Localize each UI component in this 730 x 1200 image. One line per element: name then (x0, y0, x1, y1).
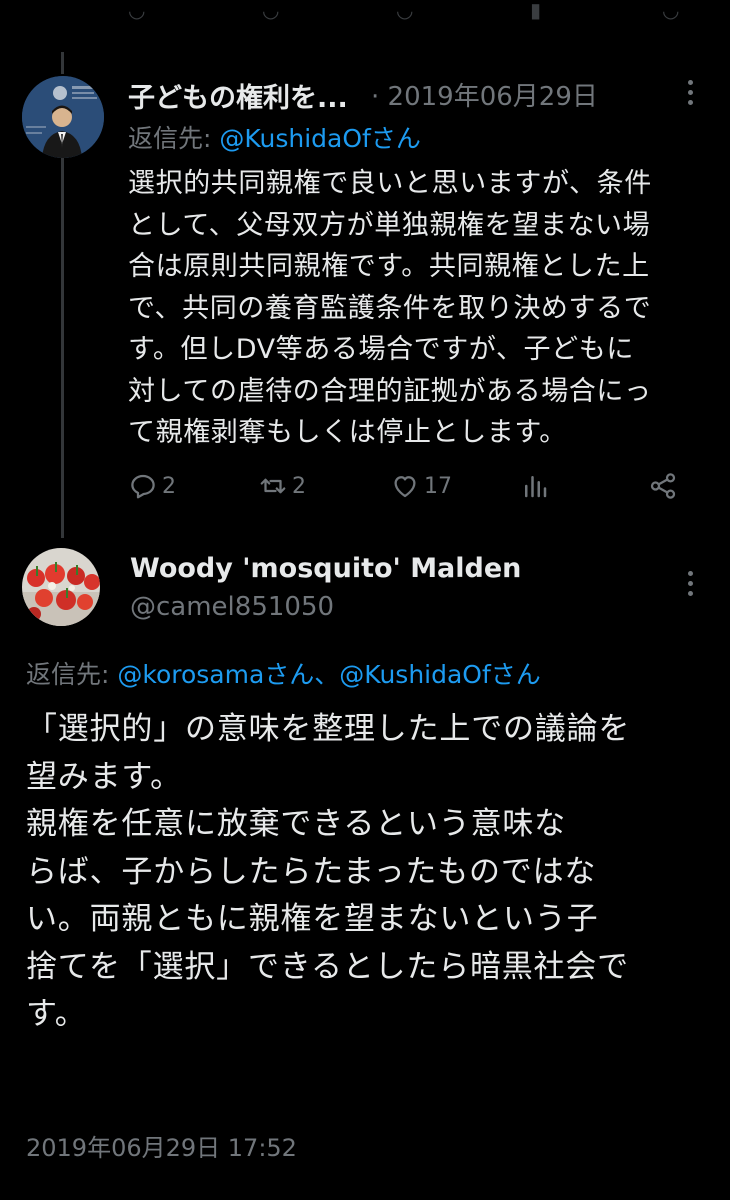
reply-to-label: 返信先: (26, 660, 118, 689)
reply-to-handles[interactable]: @korosamaさん、@KushidaOfさん (117, 660, 540, 689)
author-name[interactable]: 子どもの権利を... (128, 76, 348, 115)
like-button[interactable]: 17 (390, 466, 452, 506)
views-icon: ▮ (530, 0, 542, 22)
thread-line (61, 52, 64, 74)
reply-to: 返信先: @korosamaさん、@KushidaOfさん (26, 655, 541, 691)
avatar[interactable] (22, 76, 104, 158)
reply-to: 返信先: @KushidaOfさん (128, 119, 421, 155)
author-name[interactable]: Woody 'mosquito' Malden (130, 553, 521, 584)
retweet-count: 2 (292, 473, 306, 499)
reply-icon (131, 474, 155, 499)
share-icon (650, 473, 676, 499)
reply-to-label: 返信先: (128, 124, 220, 153)
tweet-actions: 2 2 17 (128, 466, 698, 506)
retweet-button[interactable]: 2 (258, 466, 306, 506)
reply-to-handle[interactable]: @KushidaOfさん (219, 124, 420, 153)
views-icon (525, 476, 547, 498)
avatar[interactable] (22, 548, 100, 626)
reply-button[interactable]: 2 (128, 466, 176, 506)
tweet-timestamp[interactable]: 2019年06月29日 17:52 (26, 1128, 297, 1163)
retweet-icon (260, 478, 286, 494)
more-icon[interactable] (686, 80, 694, 108)
share-icon: ◡ (662, 0, 680, 22)
like-icon (394, 476, 416, 498)
retweet-icon: ◡ (262, 0, 280, 22)
like-count: 17 (424, 473, 452, 499)
views-button[interactable] (520, 466, 550, 506)
author-handle[interactable]: @camel851050 (130, 592, 334, 622)
thread-line (61, 158, 64, 538)
previous-tweet-actions: ◡ ◡ ◡ ▮ ◡ (0, 0, 730, 24)
like-icon: ◡ (396, 0, 414, 22)
reply-count: 2 (162, 473, 176, 499)
reply-icon: ◡ (128, 0, 146, 22)
tweet-date[interactable]: · 2019年06月29日 (371, 76, 598, 113)
share-button[interactable] (648, 466, 678, 506)
tweet-text: 選択的共同親権で良いと思いますが、条件 として、父母双方が単独親権を望まない場 … (128, 168, 652, 448)
more-icon[interactable] (686, 571, 694, 599)
tweet-text: 「選択的」の意味を整理した上での議論を 望みます。 親権を任意に放棄できるという… (26, 711, 631, 1032)
